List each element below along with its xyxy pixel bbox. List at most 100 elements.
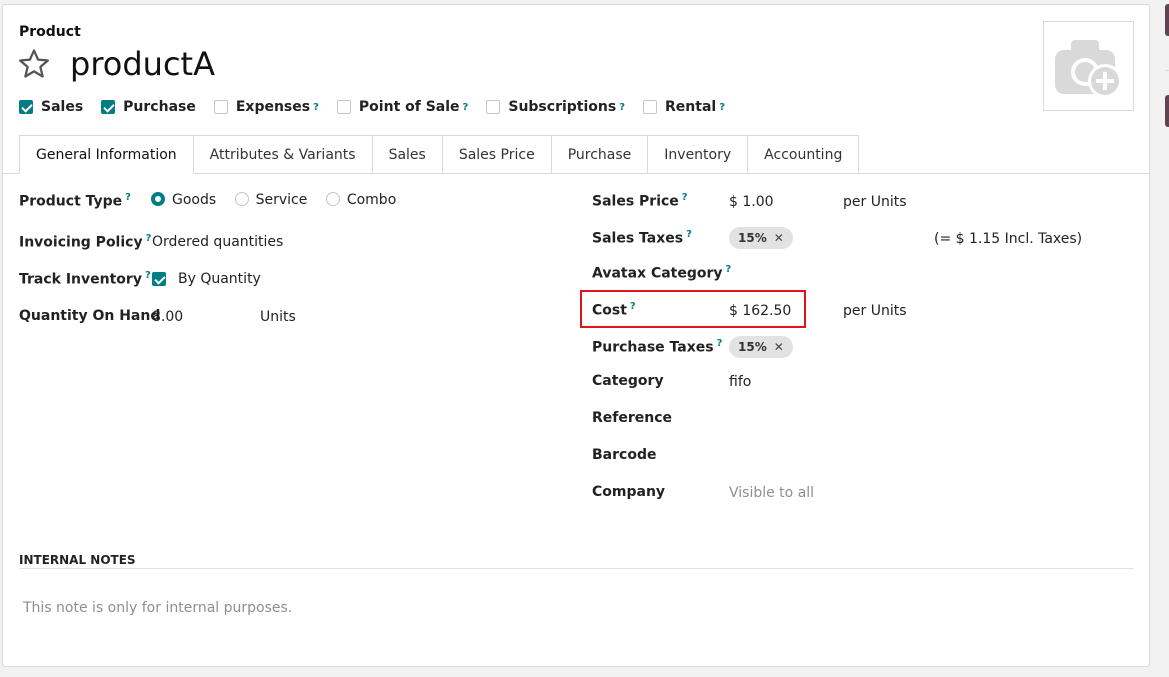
- sales-tax-tag[interactable]: 15% ✕: [729, 227, 793, 249]
- track-inventory-checkbox[interactable]: [152, 272, 166, 286]
- help-icon[interactable]: ?: [125, 192, 131, 203]
- help-icon[interactable]: ?: [686, 229, 692, 240]
- radio-goods[interactable]: Goods: [151, 192, 216, 208]
- tab-sales-price[interactable]: Sales Price: [442, 135, 552, 174]
- track-inventory-field[interactable]: By Quantity: [152, 271, 261, 287]
- help-icon[interactable]: ?: [717, 338, 723, 349]
- tab-general-information[interactable]: General Information: [19, 135, 194, 174]
- invoicing-policy-row: Invoicing Policy?: [19, 233, 151, 251]
- company-field[interactable]: Visible to all: [729, 485, 814, 501]
- sales-checkbox[interactable]: [19, 100, 33, 114]
- reference-input[interactable]: [729, 407, 1029, 429]
- field-label: Invoicing Policy: [19, 234, 143, 251]
- radio-label: Combo: [346, 192, 397, 208]
- barcode-input[interactable]: [729, 444, 1029, 466]
- expenses-checkbox[interactable]: [213, 100, 228, 114]
- radio-combo[interactable]: Combo: [325, 192, 397, 208]
- cost-unit: per Units: [843, 303, 907, 319]
- tab-accounting[interactable]: Accounting: [748, 135, 860, 174]
- help-icon[interactable]: ?: [630, 301, 636, 312]
- help-icon[interactable]: ?: [146, 233, 152, 244]
- product-type-row: Product Type?: [19, 192, 131, 210]
- tag-label: 15%: [738, 340, 767, 354]
- side-tab: [1165, 95, 1169, 127]
- product-image-upload[interactable]: [1043, 21, 1134, 111]
- x-icon[interactable]: ✕: [774, 340, 784, 354]
- product-form-sheet: Product productA Sales Purchase Expenses…: [2, 4, 1150, 667]
- x-icon[interactable]: ✕: [774, 231, 784, 245]
- flag-sales[interactable]: Sales: [19, 99, 83, 115]
- category-field[interactable]: fifo: [729, 374, 751, 390]
- radio-label: Goods: [172, 192, 217, 208]
- radio-service[interactable]: Service: [234, 192, 307, 208]
- category-label: Category: [592, 373, 664, 389]
- flag-point-of-sale[interactable]: Point of Sale?: [336, 99, 469, 115]
- notes-divider: [19, 568, 1134, 569]
- invoicing-policy-select[interactable]: Ordered quantities: [152, 234, 283, 250]
- help-icon[interactable]: ?: [619, 102, 625, 113]
- tab-inventory[interactable]: Inventory: [648, 135, 749, 174]
- tag-label: 15%: [738, 231, 767, 245]
- internal-notes-heading: INTERNAL NOTES: [19, 553, 136, 567]
- help-icon[interactable]: ?: [313, 102, 319, 113]
- star-icon[interactable]: [17, 47, 51, 81]
- quantity-on-hand-label: Quantity On Hand: [19, 308, 161, 324]
- tab-attributes-variants[interactable]: Attributes & Variants: [193, 135, 373, 174]
- internal-notes-editor[interactable]: This note is only for internal purposes.: [23, 600, 292, 616]
- purchase-taxes-row: Purchase Taxes?: [592, 338, 722, 356]
- quantity-on-hand-value: 8.00: [152, 309, 184, 325]
- flag-rental[interactable]: Rental?: [643, 99, 725, 115]
- field-label: Product Type: [19, 193, 123, 210]
- flag-label: Rental: [665, 99, 717, 115]
- track-inventory-mode[interactable]: By Quantity: [178, 271, 261, 287]
- side-tab: [1165, 4, 1169, 36]
- radio-button[interactable]: [234, 192, 249, 206]
- breadcrumb-label: Product: [19, 24, 81, 40]
- barcode-label: Barcode: [592, 447, 657, 463]
- help-icon[interactable]: ?: [145, 270, 151, 281]
- purchase-checkbox[interactable]: [101, 100, 116, 114]
- company-label: Company: [592, 484, 666, 500]
- product-flags: Sales Purchase Expenses? Point of Sale? …: [19, 99, 743, 115]
- divider: [1165, 70, 1169, 71]
- help-icon[interactable]: ?: [463, 102, 469, 113]
- field-label: Cost: [592, 302, 627, 319]
- tab-purchase[interactable]: Purchase: [551, 135, 649, 174]
- point-of-sale-checkbox[interactable]: [336, 100, 351, 114]
- flag-label: Purchase: [123, 99, 196, 115]
- camera-plus-icon: [1055, 40, 1122, 98]
- sales-price-row: Sales Price?: [592, 192, 688, 210]
- cost-row: Cost?: [592, 301, 636, 319]
- track-inventory-row: Track Inventory?: [19, 270, 151, 288]
- field-label: Sales Price: [592, 193, 679, 210]
- field-label: Track Inventory: [19, 271, 142, 288]
- flag-expenses[interactable]: Expenses?: [213, 99, 319, 115]
- radio-button[interactable]: [325, 192, 340, 206]
- avatax-category-row: Avatax Category?: [592, 264, 731, 282]
- product-type-radio-group: Goods Service Combo: [151, 192, 396, 208]
- help-icon[interactable]: ?: [682, 192, 688, 203]
- flag-purchase[interactable]: Purchase: [101, 99, 196, 115]
- flag-label: Subscriptions: [508, 99, 617, 115]
- subscriptions-checkbox[interactable]: [486, 100, 501, 114]
- sales-price-unit: per Units: [843, 194, 907, 210]
- sales-tax-included-total: (= $ 1.15 Incl. Taxes): [934, 231, 1083, 247]
- radio-button[interactable]: [151, 192, 165, 206]
- flag-subscriptions[interactable]: Subscriptions?: [486, 99, 625, 115]
- cost-input[interactable]: $ 162.50: [729, 303, 791, 319]
- help-icon[interactable]: ?: [726, 264, 732, 275]
- quantity-unit: Units: [260, 309, 296, 325]
- reference-label: Reference: [592, 410, 673, 426]
- form-tabs: General Information Attributes & Variant…: [19, 135, 860, 174]
- rental-checkbox[interactable]: [643, 100, 658, 114]
- field-label: Sales Taxes: [592, 230, 684, 247]
- purchase-tax-tag[interactable]: 15% ✕: [729, 336, 793, 358]
- flag-label: Sales: [41, 99, 84, 115]
- flag-label: Expenses: [235, 99, 311, 115]
- sales-price-input[interactable]: $ 1.00: [729, 194, 774, 210]
- sales-taxes-row: Sales Taxes?: [592, 229, 692, 247]
- product-name-field[interactable]: productA: [70, 45, 215, 83]
- help-icon[interactable]: ?: [719, 102, 725, 113]
- flag-label: Point of Sale: [358, 99, 460, 115]
- tab-sales[interactable]: Sales: [372, 135, 443, 174]
